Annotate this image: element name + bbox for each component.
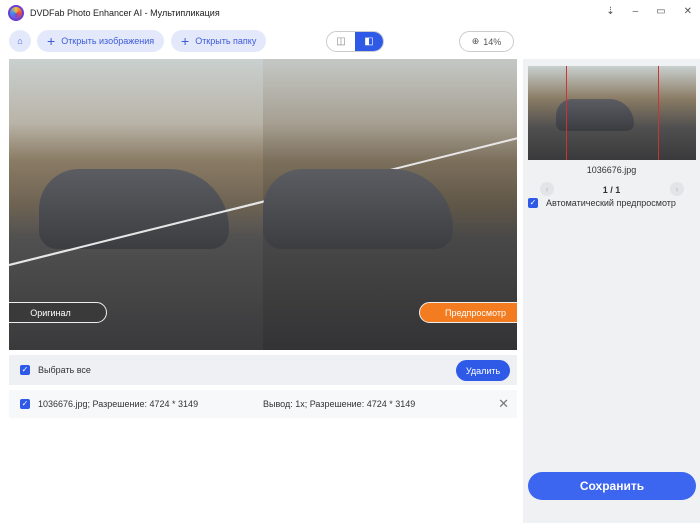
file-checkbox[interactable]: ✓ [20,399,30,409]
save-button[interactable]: Сохранить [528,472,696,500]
file-info: 1036676.jpg; Разрешение: 4724 * 3149 [38,399,199,409]
select-all-bar: ✓ Выбрать все Удалить [9,355,517,385]
open-folder-button[interactable]: + Открыть папку [171,30,267,52]
split-view-button[interactable]: ◧ [355,32,383,51]
zoom-icon: ⊕ [471,36,480,46]
plus-icon: + [181,33,190,49]
minimize-button[interactable]: – [633,6,639,17]
preview-area[interactable]: Оригинал Предпросмотр [9,59,517,350]
home-button[interactable]: ⌂ [9,30,31,52]
pin-icon[interactable]: ⇣ [606,6,614,17]
delete-button[interactable]: Удалить [456,360,510,381]
open-images-label: Открыть изображения [61,36,155,46]
thumbnail-filename: 1036676.jpg [586,165,637,175]
close-button[interactable]: ✕ [684,6,692,17]
title-bar: DVDFab Photo Enhancer AI - Мультипликаци… [0,0,700,26]
zoom-level: 14% [483,36,502,47]
auto-preview-checkbox[interactable]: ✓ [528,198,538,208]
original-image: Оригинал [9,59,301,350]
zoom-button[interactable]: ⊕ 14% [459,31,514,52]
open-folder-label: Открыть папку [195,36,257,46]
window-title: DVDFab Photo Enhancer AI - Мультипликаци… [30,8,220,18]
home-icon: ⌂ [17,36,23,46]
select-all-checkbox[interactable]: ✓ [20,365,30,375]
thumbnail[interactable] [528,66,696,160]
remove-file-icon[interactable]: ✕ [498,396,509,412]
open-images-button[interactable]: + Открыть изображения [37,30,165,52]
preview-image: Предпросмотр [9,59,517,350]
original-label: Оригинал [9,302,107,323]
toolbar: ⌂ + Открыть изображения + Открыть папку ◫ … [0,30,700,54]
select-all-label: Выбрать все [38,365,91,375]
auto-preview-label: Автоматический предпросмотр [546,198,676,208]
file-row[interactable]: ✓ 1036676.jpg; Разрешение: 4724 * 3149 В… [9,390,517,418]
next-arrow-icon[interactable]: › [670,182,684,196]
maximize-button[interactable]: ▭ [656,6,665,17]
output-info: Вывод: 1x; Разрешение: 4724 * 3149 [263,399,416,409]
view-mode-toggle: ◫ ◧ [326,31,384,52]
app-logo-icon [8,5,24,21]
side-by-side-view-button[interactable]: ◫ [327,32,355,51]
sidebar: 1036676.jpg ‹ 1 / 1 › ✓ Автоматический пр… [523,59,700,523]
preview-label: Предпросмотр [419,302,517,323]
plus-icon: + [47,33,56,49]
